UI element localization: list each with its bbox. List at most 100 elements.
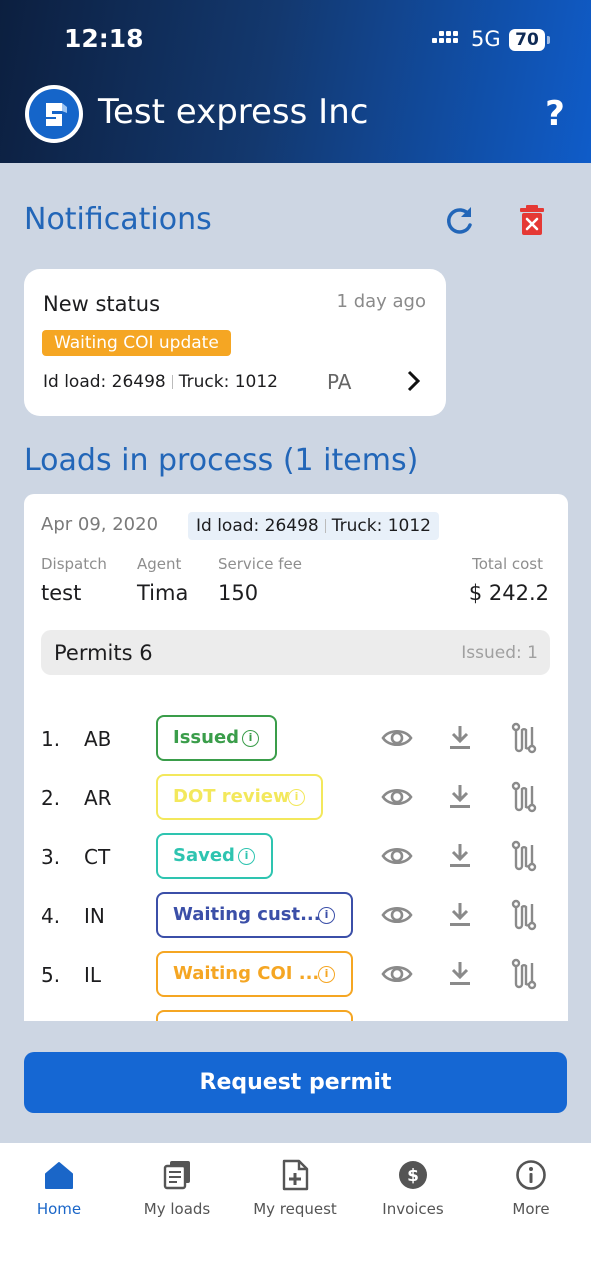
- permit-status-label: Waiting COI ...: [173, 963, 320, 984]
- permit-number: 5.: [41, 963, 61, 987]
- eye-icon[interactable]: [381, 962, 413, 986]
- permit-state: AB: [84, 727, 112, 751]
- permit-state: CT: [84, 845, 111, 869]
- permit-number: 2.: [41, 786, 61, 810]
- permits-issued: Issued: 1: [461, 643, 538, 663]
- permit-row[interactable]: 2. AR DOT review i: [24, 774, 568, 822]
- home-icon: [45, 1162, 73, 1189]
- notification-state: PA: [327, 370, 352, 394]
- permit-status-badge[interactable]: Waiting cust... i: [156, 892, 353, 938]
- info-icon[interactable]: i: [242, 730, 259, 747]
- permit-number: 1.: [41, 727, 61, 751]
- route-icon[interactable]: [511, 722, 537, 754]
- permit-status-badge[interactable]: Issued i: [156, 715, 277, 761]
- tab-label: More: [512, 1200, 550, 1218]
- permits-header[interactable]: Permits 6 Issued: 1: [41, 630, 550, 675]
- permit-status-badge[interactable]: Waiting COI ... i: [156, 951, 353, 997]
- tab-home[interactable]: Home: [0, 1159, 118, 1218]
- notification-card[interactable]: New status 1 day ago Waiting COI update …: [24, 269, 446, 416]
- eye-icon[interactable]: [381, 785, 413, 809]
- permit-status-label: Issued: [173, 727, 240, 748]
- status-time: 12:18: [64, 24, 144, 53]
- eye-icon[interactable]: [381, 726, 413, 750]
- permit-status-label: Waiting cust...: [173, 904, 321, 925]
- permit-row[interactable]: [24, 1010, 568, 1021]
- signal-icon: [432, 30, 458, 50]
- tab-invoices[interactable]: $ Invoices: [354, 1159, 472, 1218]
- service-fee-value: 150: [218, 581, 259, 605]
- load-id-chip: Id load: 26498 Truck: 1012: [188, 512, 440, 540]
- permit-row[interactable]: 5. IL Waiting COI ... i: [24, 951, 568, 999]
- app-title: Test express Inc: [98, 92, 369, 132]
- tab-label: Invoices: [382, 1200, 444, 1218]
- route-icon[interactable]: [511, 958, 537, 990]
- permit-state: IN: [84, 904, 105, 928]
- info-icon[interactable]: i: [288, 789, 305, 806]
- route-icon[interactable]: [511, 840, 537, 872]
- load-id: Id load: 26498: [196, 516, 319, 536]
- dispatch-value: test: [41, 581, 82, 605]
- tab-label: My loads: [143, 1200, 211, 1218]
- total-cost-label: Total cost: [472, 555, 543, 573]
- info-icon[interactable]: i: [238, 848, 255, 865]
- permit-row[interactable]: 1. AB Issued i: [24, 715, 568, 763]
- download-icon[interactable]: [448, 901, 472, 929]
- notification-time: 1 day ago: [336, 291, 426, 312]
- chevron-right-icon[interactable]: [404, 369, 424, 393]
- svg-text:$: $: [407, 1166, 419, 1186]
- info-icon[interactable]: i: [318, 966, 335, 983]
- dollar-icon: $: [399, 1161, 427, 1189]
- status-badge: Waiting COI update: [42, 330, 231, 356]
- permit-number: 3.: [41, 845, 61, 869]
- agent-value: Tima: [137, 581, 189, 605]
- load-truck: Truck: 1012: [331, 516, 432, 536]
- battery-icon: 70: [509, 29, 550, 51]
- dispatch-label: Dispatch: [41, 555, 107, 573]
- bottom-tab-bar: Home My loads My request $ Invoices More: [0, 1143, 591, 1280]
- tab-label: My request: [253, 1200, 337, 1218]
- trash-icon[interactable]: [517, 203, 547, 237]
- permit-status-label: DOT review: [173, 786, 290, 807]
- permit-status-badge[interactable]: DOT review i: [156, 774, 323, 820]
- network-label: 5G: [471, 27, 501, 51]
- permits-title: Permits 6: [54, 641, 153, 665]
- permit-status-badge[interactable]: Saved i: [156, 833, 273, 879]
- route-icon[interactable]: [511, 899, 537, 931]
- tab-my-loads[interactable]: My loads: [118, 1159, 236, 1218]
- load-card[interactable]: Apr 09, 2020 Id load: 26498 Truck: 1012 D…: [24, 494, 568, 1021]
- tab-more[interactable]: More: [472, 1159, 590, 1218]
- eye-icon[interactable]: [381, 844, 413, 868]
- notification-title: New status: [43, 292, 161, 316]
- info-icon: [516, 1160, 546, 1190]
- total-cost-value: $ 242.2: [468, 581, 549, 605]
- permit-row[interactable]: 3. CT Saved i: [24, 833, 568, 881]
- agent-label: Agent: [137, 555, 182, 573]
- download-icon[interactable]: [448, 842, 472, 870]
- notification-truck: Truck: 1012: [178, 372, 279, 392]
- permit-row[interactable]: 4. IN Waiting cust... i: [24, 892, 568, 940]
- notification-id-load: Id load: 26498: [43, 372, 166, 392]
- request-permit-button[interactable]: Request permit: [24, 1052, 567, 1113]
- route-icon[interactable]: [511, 781, 537, 813]
- info-icon[interactable]: i: [318, 907, 335, 924]
- permit-number: 4.: [41, 904, 61, 928]
- tab-label: Home: [36, 1200, 82, 1218]
- loads-title: Loads in process (1 items): [24, 443, 419, 478]
- notification-meta: Id load: 26498 Truck: 1012: [43, 372, 278, 392]
- app-header: 12:18 5G 70 Test express Inc ?: [0, 0, 591, 163]
- refresh-icon[interactable]: [443, 203, 475, 237]
- eye-icon[interactable]: [381, 903, 413, 927]
- loads-icon: [163, 1161, 190, 1190]
- download-icon[interactable]: [448, 783, 472, 811]
- download-icon[interactable]: [448, 724, 472, 752]
- notifications-title: Notifications: [24, 202, 212, 237]
- permit-status-badge[interactable]: [156, 1010, 353, 1021]
- tab-my-request[interactable]: My request: [236, 1159, 354, 1218]
- permit-state: AR: [84, 786, 112, 810]
- app-logo: [25, 85, 83, 143]
- service-fee-label: Service fee: [218, 555, 302, 573]
- load-date: Apr 09, 2020: [41, 514, 159, 535]
- download-icon[interactable]: [448, 960, 472, 988]
- help-icon[interactable]: ?: [540, 94, 570, 134]
- request-icon: [282, 1159, 309, 1191]
